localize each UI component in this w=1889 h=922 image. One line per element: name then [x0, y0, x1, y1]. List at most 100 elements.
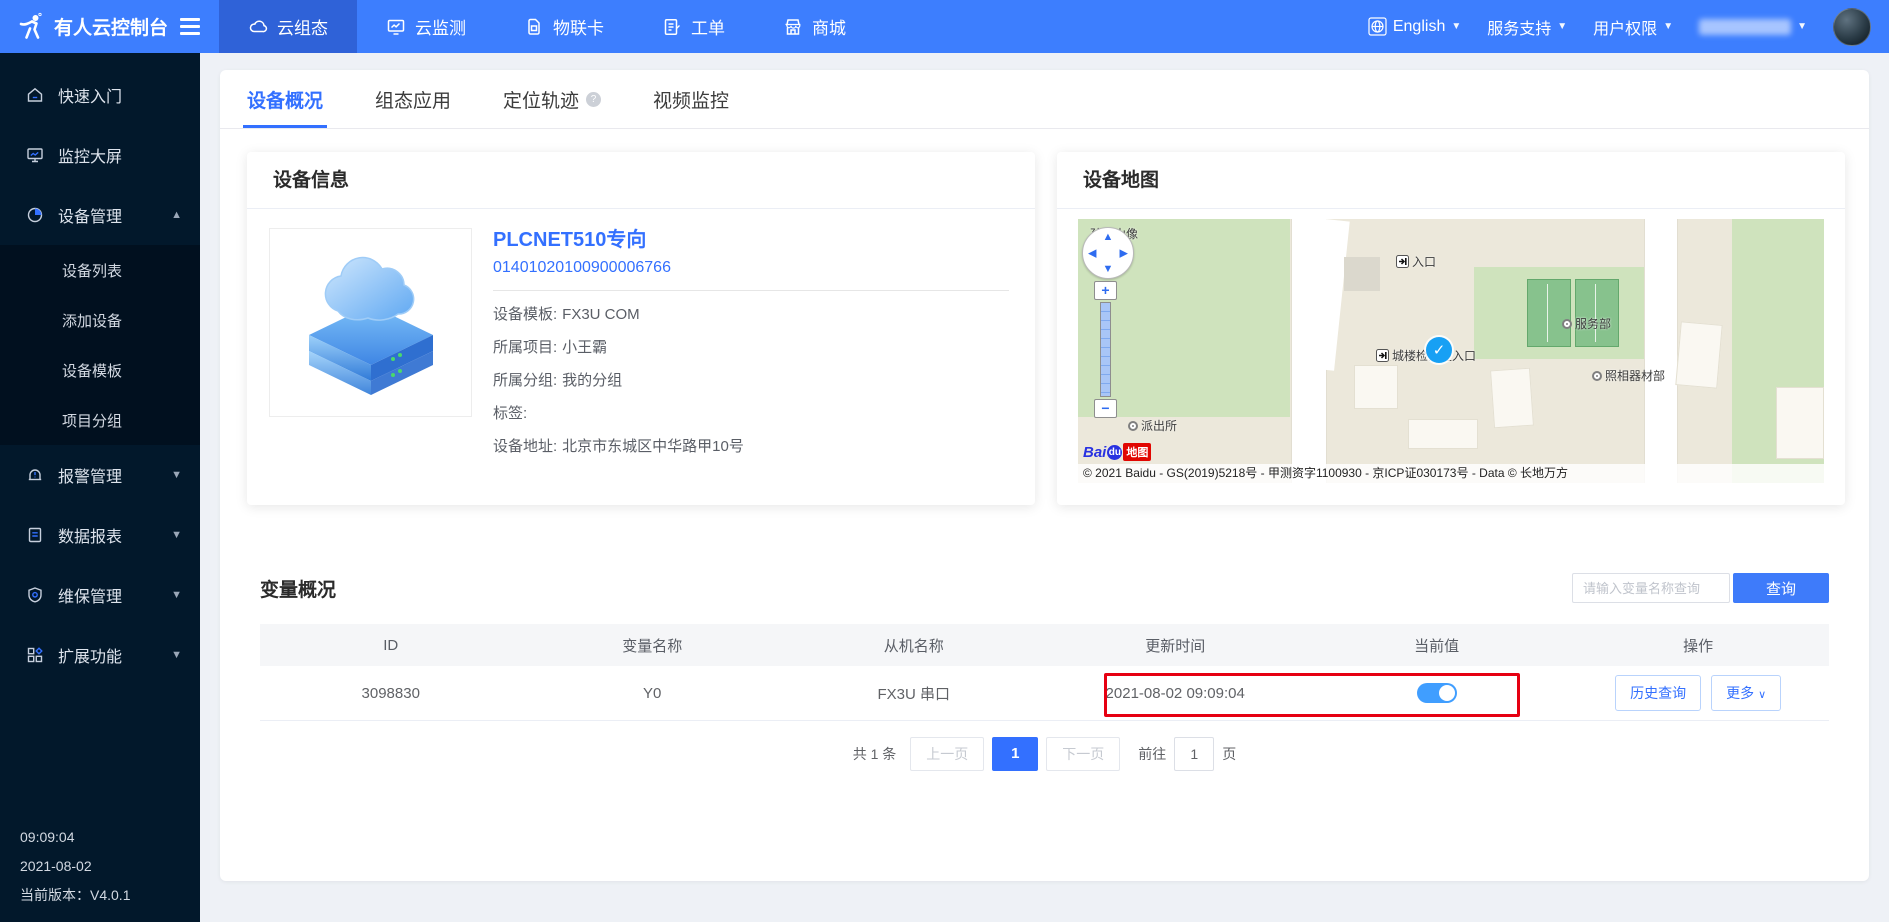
pan-left-icon[interactable]: ◀: [1088, 247, 1096, 260]
map-basketball-court: [1527, 279, 1571, 347]
sidebar-subitem-device-template[interactable]: 设备模板: [0, 345, 200, 395]
more-button[interactable]: 更多∨: [1711, 675, 1781, 711]
map-zoom-slider[interactable]: [1100, 302, 1111, 397]
tab-scada-application[interactable]: 组态应用: [375, 70, 451, 128]
pagination-prev-button[interactable]: 上一页: [910, 737, 984, 771]
current-value-toggle[interactable]: [1417, 683, 1457, 703]
map-pan-control[interactable]: ▲ ▼ ◀ ▶: [1082, 227, 1134, 279]
monitor-chart-icon: [386, 17, 406, 37]
sidebar-footer: 09:09:04 2021-08-02 当前版本：V4.0.1: [20, 823, 130, 910]
language-switcher[interactable]: English ▼: [1368, 17, 1461, 36]
user-permission-menu[interactable]: 用户权限 ▼: [1593, 15, 1673, 39]
sidebar-item-label: 数据报表: [58, 523, 122, 547]
extension-grid-icon: [26, 646, 44, 664]
entrance-icon: [1396, 255, 1409, 268]
main-content: 设备概况 组态应用 定位轨迹 ? 视频监控 设备信息: [200, 53, 1889, 922]
tab-video-monitor[interactable]: 视频监控: [653, 70, 729, 128]
device-image: [269, 228, 472, 417]
app-title: 有人云控制台: [54, 13, 168, 40]
sidebar-subitem-add-device[interactable]: 添加设备: [0, 295, 200, 345]
top-nav-work-order[interactable]: 工单: [633, 0, 754, 53]
device-field-project: 所属项目:小王霸: [493, 338, 1009, 357]
map-label-camera-shop: 照相器材部: [1592, 367, 1665, 384]
sidebar-subitem-device-list[interactable]: 设备列表: [0, 245, 200, 295]
divider: [493, 290, 1009, 291]
store-icon: [783, 17, 803, 37]
sidebar-item-maintenance-management[interactable]: 维保管理 ▼: [0, 565, 200, 625]
map-zoom-in-button[interactable]: +: [1094, 281, 1117, 300]
sidebar-subitem-label: 项目分组: [62, 410, 122, 431]
avatar[interactable]: [1833, 8, 1871, 46]
sidebar-item-monitor-screen[interactable]: 监控大屏: [0, 125, 200, 185]
sidebar-subitem-project-group[interactable]: 项目分组: [0, 395, 200, 445]
chevron-down-icon: ▼: [171, 469, 182, 481]
chevron-down-icon: ▼: [1557, 21, 1567, 32]
device-management-submenu: 设备列表 添加设备 设备模板 项目分组: [0, 245, 200, 445]
tab-label: 组态应用: [375, 86, 451, 113]
top-nav-cloud-monitor[interactable]: 云监测: [357, 0, 495, 53]
username-blurred: [1699, 19, 1791, 35]
device-name-link[interactable]: PLCNET510专向: [493, 223, 1009, 252]
sidebar-item-data-report[interactable]: 数据报表 ▼: [0, 505, 200, 565]
top-nav-label: 云组态: [277, 14, 328, 39]
pan-right-icon[interactable]: ▶: [1120, 247, 1128, 260]
account-menu[interactable]: ▼: [1699, 19, 1807, 35]
col-current-value: 当前值: [1306, 624, 1567, 666]
footer-version: 当前版本：V4.0.1: [20, 881, 130, 910]
tab-device-overview[interactable]: 设备概况: [247, 70, 323, 128]
sidebar-item-label: 维保管理: [58, 583, 122, 607]
pagination-next-button[interactable]: 下一页: [1046, 737, 1120, 771]
sidebar-item-label: 扩展功能: [58, 643, 122, 667]
pan-up-icon[interactable]: ▲: [1103, 231, 1114, 243]
poi-icon: [1128, 421, 1138, 431]
baidu-map[interactable]: 孙中山像 入口 服务部: [1078, 219, 1824, 483]
sidebar-item-alarm-management[interactable]: 报警管理 ▼: [0, 445, 200, 505]
cell-slave-name: FX3U 串口: [783, 666, 1044, 720]
maintenance-shield-icon: [26, 586, 44, 604]
page-tabs: 设备概况 组态应用 定位轨迹 ? 视频监控: [220, 70, 1869, 129]
table-header-row: ID 变量名称 从机名称 更新时间 当前值 操作: [260, 624, 1829, 666]
logo-area[interactable]: 有人云控制台: [0, 12, 200, 42]
history-query-button[interactable]: 历史查询: [1615, 675, 1701, 711]
top-nav-mall[interactable]: 商城: [754, 0, 875, 53]
col-variable-name: 变量名称: [521, 624, 782, 666]
help-icon[interactable]: ?: [586, 92, 601, 107]
service-support-menu[interactable]: 服务支持 ▼: [1487, 15, 1567, 39]
cell-variable-name: Y0: [521, 666, 782, 720]
table-row: 3098830 Y0 FX3U 串口 2021-08-02 09:09:04 历…: [260, 666, 1829, 721]
map-attribution: © 2021 Baidu - GS(2019)5218号 - 甲测资字11009…: [1078, 464, 1824, 483]
sidebar-item-quick-start[interactable]: 快速入门: [0, 65, 200, 125]
top-nav-iot-card[interactable]: 物联卡: [495, 0, 633, 53]
device-field-group: 所属分组:我的分组: [493, 371, 1009, 390]
variable-search-input[interactable]: [1572, 573, 1730, 603]
pagination-goto-input[interactable]: [1174, 737, 1214, 771]
map-building: [1344, 257, 1380, 291]
tab-label: 视频监控: [653, 86, 729, 113]
cloud-icon: [248, 17, 268, 37]
pagination: 共 1 条 上一页 1 下一页 前往 页: [220, 737, 1869, 771]
search-button[interactable]: 查询: [1733, 573, 1829, 603]
map-building: [1490, 368, 1534, 429]
top-nav-cloud-scada[interactable]: 云组态: [219, 0, 357, 53]
chevron-up-icon: ▲: [171, 209, 182, 221]
topbar: 有人云控制台 云组态 云监测: [0, 0, 1889, 53]
service-support-label: 服务支持: [1487, 15, 1551, 39]
map-building: [1675, 321, 1722, 388]
pan-down-icon[interactable]: ▼: [1103, 263, 1114, 275]
device-map-title: 设备地图: [1057, 152, 1845, 209]
map-zoom-out-button[interactable]: −: [1094, 399, 1117, 418]
tab-label: 设备概况: [247, 86, 323, 113]
pagination-page-1[interactable]: 1: [992, 737, 1038, 771]
sidebar-item-label: 报警管理: [58, 463, 122, 487]
sidebar-item-device-management[interactable]: 设备管理 ▲: [0, 185, 200, 245]
device-serial-link[interactable]: 01401020100900006766: [493, 259, 1009, 277]
entrance-icon: [1376, 349, 1389, 362]
device-location-marker[interactable]: ✓: [1426, 337, 1452, 363]
content-card: 设备概况 组态应用 定位轨迹 ? 视频监控 设备信息: [220, 70, 1869, 881]
chevron-down-icon: ▼: [1797, 21, 1807, 32]
hamburger-menu-icon[interactable]: [180, 18, 200, 35]
sidebar-item-extension-functions[interactable]: 扩展功能 ▼: [0, 625, 200, 685]
tab-location-track[interactable]: 定位轨迹 ?: [503, 70, 601, 128]
work-order-icon: [662, 17, 682, 37]
map-building: [1776, 387, 1824, 459]
